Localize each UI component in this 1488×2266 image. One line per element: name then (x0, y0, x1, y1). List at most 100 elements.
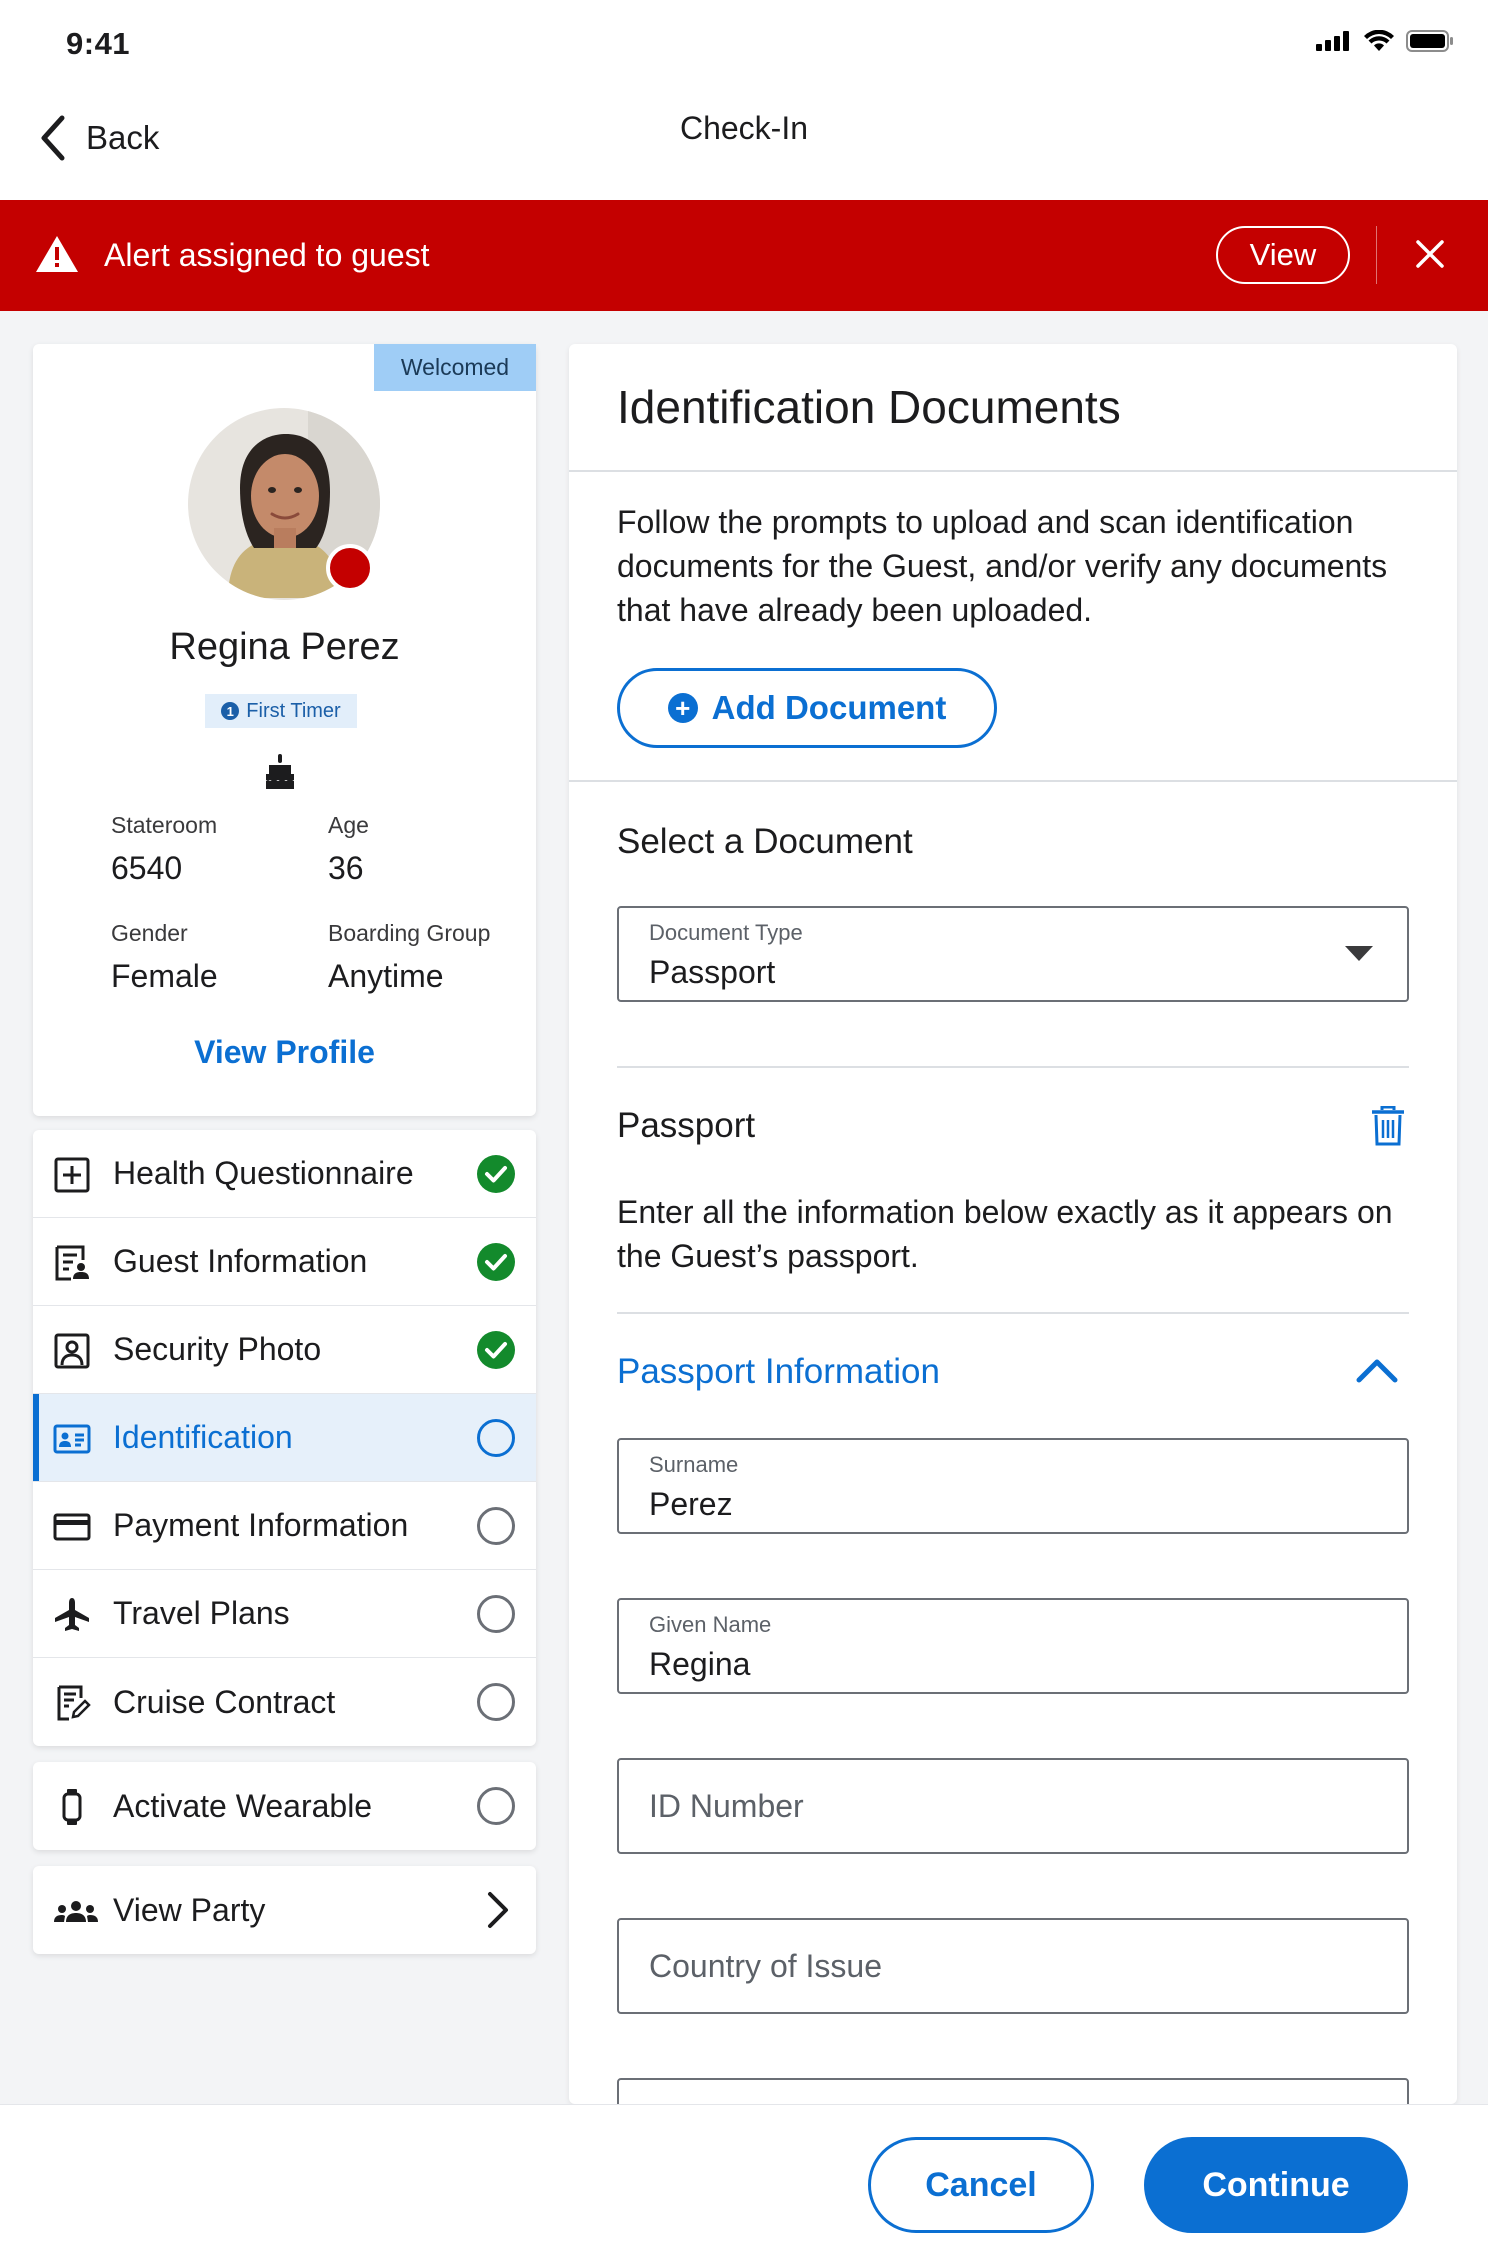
passport-description: Enter all the information below exactly … (617, 1194, 1393, 1274)
status-time: 9:41 (66, 26, 131, 61)
guest-form-icon (55, 1245, 89, 1281)
close-icon[interactable] (1412, 236, 1448, 272)
add-document-label: Add Document (711, 689, 947, 726)
view-party-label: View Party (113, 1892, 266, 1928)
empty-circle-icon (477, 1595, 515, 1633)
status-icons (1316, 30, 1454, 52)
continue-button[interactable]: Continue (1144, 2137, 1408, 2233)
alert-message: Alert assigned to guest (104, 237, 430, 273)
bottom-action-bar: Cancel Continue (0, 2104, 1488, 2266)
step-label: Security Photo (113, 1331, 322, 1367)
passport-heading: Passport (617, 1106, 756, 1145)
identification-documents-panel: Identification Documents Follow the prom… (569, 344, 1457, 2104)
page-title: Check-In (679, 110, 809, 146)
divider (617, 1066, 1409, 1068)
cellular-signal-icon (1316, 31, 1349, 51)
view-profile-link[interactable]: View Profile (33, 1034, 536, 1071)
step-cruise-contract[interactable]: Cruise Contract (33, 1658, 536, 1746)
empty-circle-icon (477, 1787, 515, 1825)
document-type-select[interactable]: Document Type Passport (617, 906, 1409, 1002)
credit-card-icon (53, 1513, 91, 1541)
cancel-button[interactable]: Cancel (868, 2137, 1094, 2233)
age-label: Age (328, 812, 369, 838)
info-number-icon: 1 (221, 702, 240, 720)
back-label: Back (86, 119, 160, 156)
given-name-value: Regina (649, 1646, 751, 1682)
document-type-label: Document Type (649, 920, 803, 945)
gender-label: Gender (111, 920, 188, 946)
chevron-right-icon (488, 1892, 508, 1928)
back-button[interactable]: Back (38, 108, 159, 168)
empty-circle-icon (477, 1419, 515, 1457)
plus-circle-icon: + (667, 693, 698, 723)
trash-icon[interactable] (1371, 1106, 1405, 1146)
portrait-icon (54, 1333, 90, 1369)
divider (569, 780, 1457, 782)
step-label: Guest Information (113, 1243, 368, 1279)
select-document-heading: Select a Document (617, 822, 913, 861)
empty-circle-icon (477, 1507, 515, 1545)
chevron-up-icon[interactable] (1355, 1356, 1399, 1384)
status-badge: Welcomed (374, 344, 536, 391)
wearable-icon (62, 1789, 82, 1825)
check-circle-icon (477, 1243, 515, 1281)
step-security-photo[interactable]: Security Photo (33, 1306, 536, 1394)
id-card-icon (53, 1424, 91, 1454)
panel-title: Identification Documents (617, 381, 1121, 433)
step-health-questionnaire[interactable]: Health Questionnaire (33, 1130, 536, 1218)
add-document-button[interactable]: + Add Document (617, 668, 997, 748)
activate-wearable-item[interactable]: Activate Wearable (33, 1762, 536, 1850)
caret-down-icon (1345, 946, 1373, 961)
stateroom-value: 6540 (111, 850, 183, 886)
wifi-icon (1364, 30, 1394, 51)
step-travel-plans[interactable]: Travel Plans (33, 1570, 536, 1658)
contract-sign-icon (57, 1685, 91, 1721)
step-label: Travel Plans (113, 1595, 290, 1631)
wearable-label: Activate Wearable (113, 1788, 373, 1824)
step-label: Payment Information (113, 1507, 409, 1543)
step-payment-information[interactable]: Payment Information (33, 1482, 536, 1570)
age-value: 36 (328, 850, 364, 886)
group-icon (54, 1901, 98, 1922)
gender-value: Female (111, 958, 218, 994)
passport-information-heading[interactable]: Passport Information (617, 1352, 940, 1392)
step-label: Identification (113, 1419, 293, 1455)
battery-icon (1406, 30, 1453, 52)
guest-profile-card: Welcomed Regina Perez 1 First Timer Stat… (33, 344, 536, 1116)
first-timer-label: First Timer (246, 699, 341, 722)
alert-indicator-dot (326, 544, 374, 592)
navigation-bar: Check-In Back (0, 88, 1488, 200)
country-of-issue-placeholder: Country of Issue (649, 1948, 882, 1984)
check-circle-icon (477, 1155, 515, 1193)
alert-banner: Alert assigned to guest View (0, 200, 1488, 311)
next-field-partial[interactable] (617, 2078, 1409, 2104)
step-identification[interactable]: Identification (33, 1394, 536, 1482)
airplane-icon (55, 1598, 89, 1631)
id-number-field[interactable]: ID Number (617, 1758, 1409, 1854)
view-party-item[interactable]: View Party (33, 1866, 536, 1954)
boarding-group-value: Anytime (328, 958, 444, 994)
alert-divider (1376, 226, 1377, 284)
empty-circle-icon (477, 1683, 515, 1721)
check-circle-icon (477, 1331, 515, 1369)
check-in-steps: Health Questionnaire Guest Information S… (33, 1130, 536, 1746)
warning-icon (36, 236, 78, 272)
boarding-group-label: Boarding Group (328, 920, 491, 946)
plus-square-icon (54, 1157, 90, 1193)
birthday-cake-icon (266, 754, 294, 789)
status-bar: 9:41 (0, 0, 1488, 88)
id-number-placeholder: ID Number (649, 1788, 804, 1824)
chevron-left-icon (41, 115, 65, 161)
first-timer-tag: 1 First Timer (205, 694, 357, 728)
document-type-value: Passport (649, 954, 776, 990)
surname-field[interactable]: Surname Perez (617, 1438, 1409, 1534)
stateroom-label: Stateroom (111, 812, 218, 838)
given-name-field[interactable]: Given Name Regina (617, 1598, 1409, 1694)
guest-name: Regina Perez (169, 626, 400, 668)
surname-label: Surname (649, 1452, 739, 1477)
step-guest-information[interactable]: Guest Information (33, 1218, 536, 1306)
surname-value: Perez (649, 1486, 733, 1522)
divider (617, 1312, 1409, 1314)
country-of-issue-field[interactable]: Country of Issue (617, 1918, 1409, 2014)
alert-view-button[interactable]: View (1216, 226, 1350, 284)
